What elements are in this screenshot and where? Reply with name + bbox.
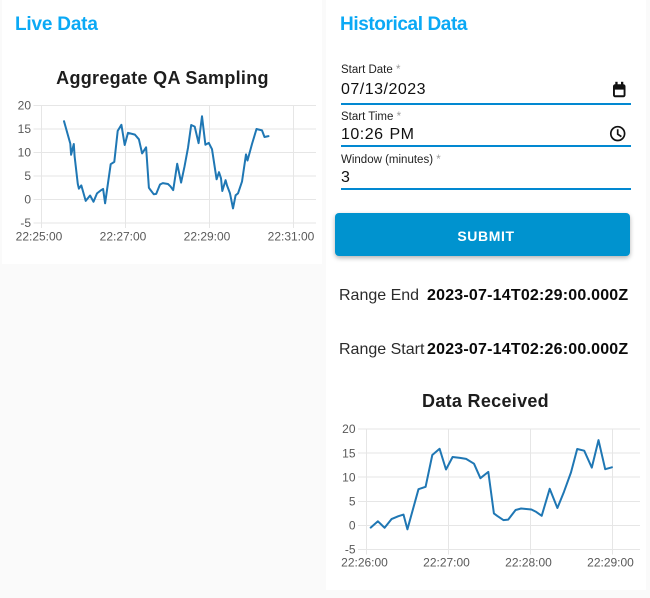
svg-text:20: 20 [342,422,356,436]
svg-text:22:27:00: 22:27:00 [423,556,470,570]
svg-text:-5: -5 [20,216,31,230]
svg-text:15: 15 [18,122,32,136]
svg-text:22:28:00: 22:28:00 [505,556,552,570]
svg-text:10: 10 [342,470,356,484]
svg-text:Data Received: Data Received [422,391,549,411]
svg-text:22:31:00: 22:31:00 [268,230,315,244]
svg-text:22:29:00: 22:29:00 [587,556,634,570]
svg-text:0: 0 [349,519,356,533]
svg-text:Aggregate QA Sampling: Aggregate QA Sampling [56,68,269,88]
svg-text:22:26:00: 22:26:00 [341,556,388,570]
svg-text:10: 10 [18,146,32,160]
svg-text:22:29:00: 22:29:00 [184,230,231,244]
svg-text:5: 5 [349,495,356,509]
svg-text:5: 5 [24,169,31,183]
svg-text:0: 0 [24,193,31,207]
svg-text:15: 15 [342,446,356,460]
svg-text:20: 20 [18,99,32,113]
svg-text:22:27:00: 22:27:00 [100,230,147,244]
svg-text:22:25:00: 22:25:00 [16,230,63,244]
